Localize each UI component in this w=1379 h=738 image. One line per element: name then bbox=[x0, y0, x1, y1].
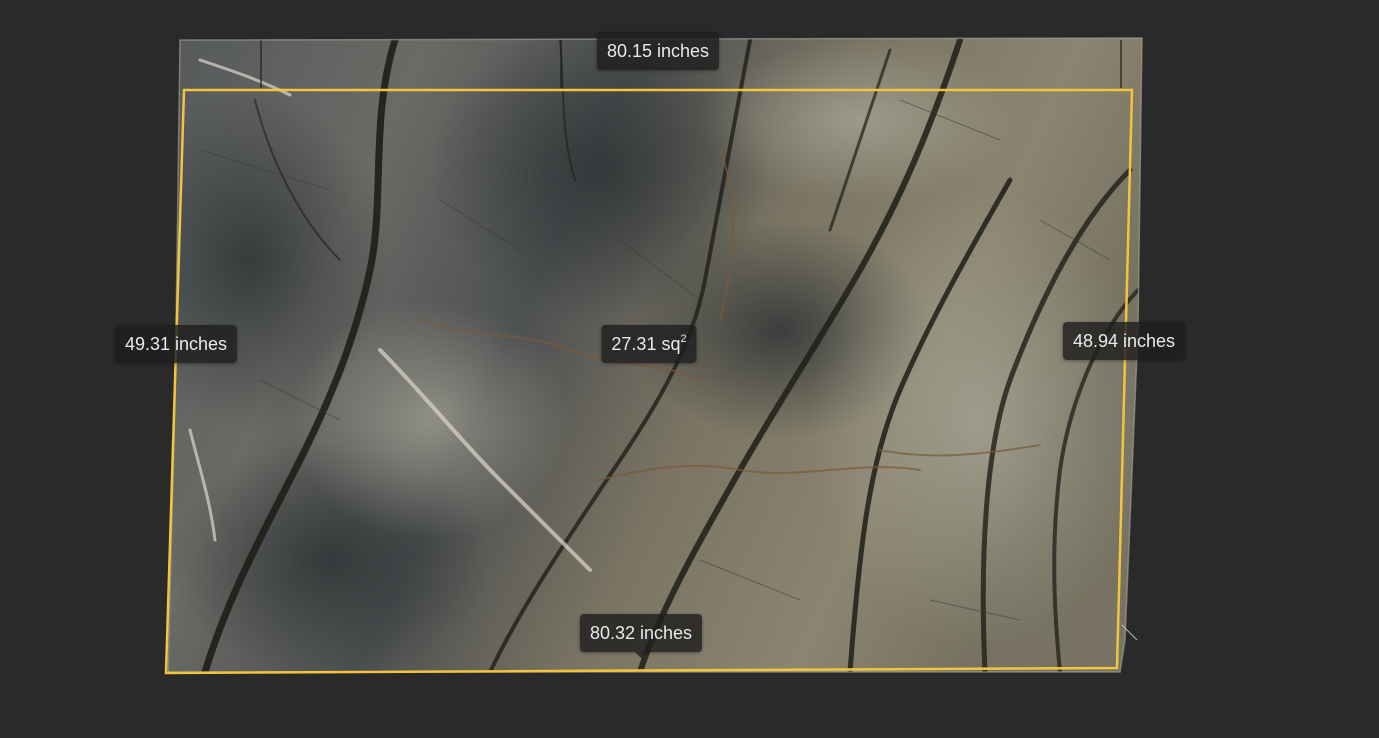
bottom-edge-length-text: 80.32 inches bbox=[589, 623, 693, 643]
area-superscript: 2 bbox=[680, 333, 687, 345]
left-edge-length-label[interactable]: 49.31 inches bbox=[114, 325, 238, 363]
measurement-canvas: 80.15 inches 80.32 inches 49.31 inches 4… bbox=[0, 0, 1379, 738]
right-edge-length-label[interactable]: 48.94 inches bbox=[1062, 322, 1186, 360]
bottom-edge-length-label[interactable]: 80.32 inches bbox=[579, 614, 703, 652]
area-value-text: 27.31 sq bbox=[611, 334, 681, 354]
right-edge-length-text: 48.94 inches bbox=[1072, 331, 1176, 351]
left-edge-length-text: 49.31 inches bbox=[124, 334, 228, 354]
area-label[interactable]: 27.31 sq2 bbox=[601, 325, 697, 363]
top-edge-length-label[interactable]: 80.15 inches bbox=[596, 32, 720, 70]
top-edge-length-text: 80.15 inches bbox=[606, 41, 710, 61]
